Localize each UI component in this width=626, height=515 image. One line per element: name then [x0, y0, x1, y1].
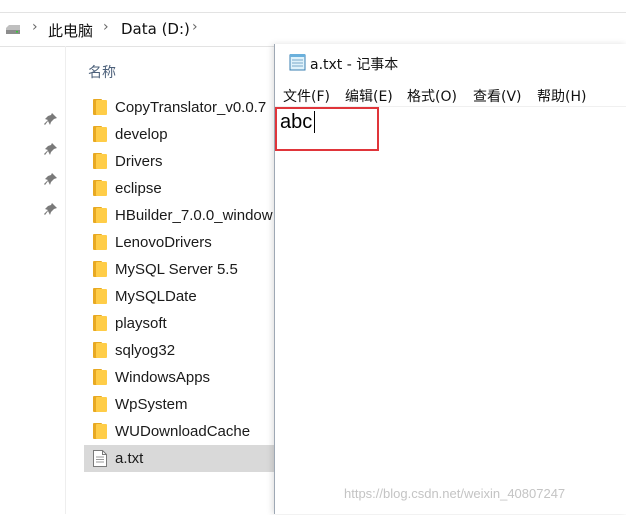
text-file-icon [93, 450, 107, 467]
file-name: playsoft [115, 315, 167, 332]
menu-help[interactable]: 帮助(H) [537, 86, 586, 106]
folder-icon [93, 288, 107, 305]
list-item[interactable]: WindowsApps [84, 364, 284, 391]
notepad-icon [289, 54, 306, 71]
file-name: a.txt [115, 450, 144, 467]
folder-icon [93, 234, 107, 251]
file-name: LenovoDrivers [115, 234, 212, 251]
menu-view[interactable]: 查看(V) [473, 86, 522, 106]
folder-icon [93, 423, 107, 440]
folder-icon [93, 261, 107, 278]
folder-icon [93, 153, 107, 170]
list-item[interactable]: playsoft [84, 310, 284, 337]
folder-icon [93, 369, 107, 386]
list-item[interactable]: MySQL Server 5.5 [84, 256, 284, 283]
file-name: WpSystem [115, 396, 188, 413]
list-item[interactable]: CopyTranslator_v0.0.7 [84, 94, 284, 121]
file-name: WUDownloadCache [115, 423, 251, 440]
file-name: develop [115, 126, 168, 143]
file-name: sqlyog32 [115, 342, 176, 359]
folder-icon [93, 126, 107, 143]
file-name: HBuilder_7.0.0_window [115, 207, 273, 224]
list-item[interactable]: WpSystem [84, 391, 284, 418]
list-item[interactable]: Drivers [84, 148, 284, 175]
drive-icon [6, 25, 20, 34]
file-name: eclipse [115, 180, 162, 197]
pane-divider[interactable] [65, 46, 66, 514]
window-title: a.txt - 记事本 [310, 57, 399, 73]
menu-file[interactable]: 文件(F) [283, 86, 330, 106]
folder-icon [93, 396, 107, 413]
address-bar[interactable]: › 此电脑 › Data (D:) › [0, 12, 626, 47]
file-name: MySQLDate [115, 288, 197, 305]
folder-icon [93, 315, 107, 332]
list-item[interactable]: MySQLDate [84, 283, 284, 310]
column-header-name[interactable]: 名称 [88, 62, 116, 82]
folder-icon [93, 342, 107, 359]
file-name: CopyTranslator_v0.0.7 [115, 99, 267, 116]
file-list: CopyTranslator_v0.0.7 develop Drivers ec… [84, 94, 284, 472]
text-editor[interactable]: abc [275, 106, 626, 515]
notepad-window: a.txt - 记事本 文件(F) 编辑(E) 格式(O) 查看(V) 帮助(H… [274, 44, 626, 514]
list-item[interactable]: sqlyog32 [84, 337, 284, 364]
folder-icon [93, 207, 107, 224]
list-item[interactable]: HBuilder_7.0.0_window [84, 202, 284, 229]
pin-icon[interactable] [44, 112, 58, 126]
folder-icon [93, 99, 107, 116]
list-item[interactable]: LenovoDrivers [84, 229, 284, 256]
breadcrumb-this-pc[interactable]: 此电脑 [48, 20, 93, 41]
watermark: https://blog.csdn.net/weixin_40807247 [344, 486, 566, 501]
list-item[interactable]: eclipse [84, 175, 284, 202]
file-name: Drivers [115, 153, 163, 170]
chevron-right-icon: › [32, 19, 38, 35]
pin-icon[interactable] [44, 202, 58, 216]
menu-bar: 文件(F) 编辑(E) 格式(O) 查看(V) 帮助(H) [275, 82, 626, 106]
highlight-box [275, 107, 379, 151]
list-item[interactable]: develop [84, 121, 284, 148]
file-name: WindowsApps [115, 369, 211, 386]
file-name: MySQL Server 5.5 [115, 261, 238, 278]
breadcrumb-drive-d[interactable]: Data (D:) [121, 20, 190, 38]
menu-format[interactable]: 格式(O) [407, 86, 457, 106]
pin-icon[interactable] [44, 172, 58, 186]
title-bar[interactable]: a.txt - 记事本 [275, 44, 626, 81]
pin-icon[interactable] [44, 142, 58, 156]
menu-edit[interactable]: 编辑(E) [345, 86, 393, 106]
list-item[interactable]: WUDownloadCache [84, 418, 284, 445]
list-item-selected[interactable]: a.txt [84, 445, 284, 472]
folder-icon [93, 180, 107, 197]
chevron-right-icon: › [192, 19, 198, 35]
chevron-right-icon: › [103, 19, 109, 35]
